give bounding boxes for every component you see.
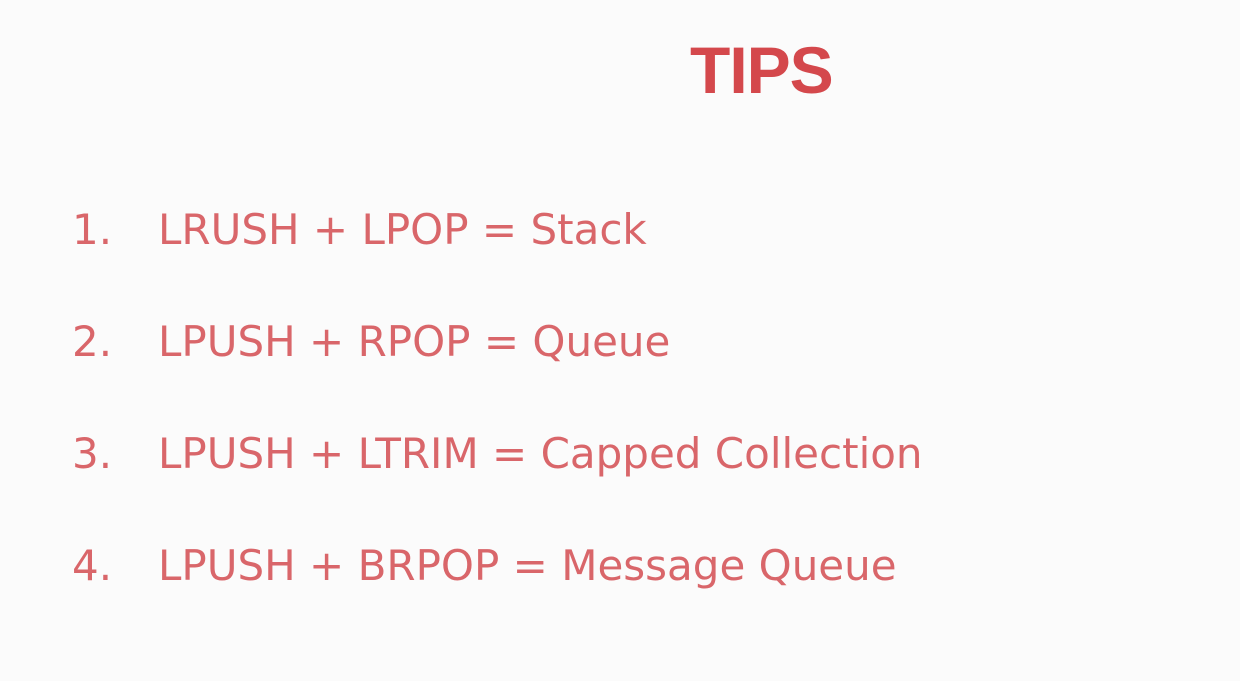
slide: TIPS 1. LRUSH + LPOP = Stack 2. LPUSH + … [0, 0, 1240, 681]
tip-text: LPUSH + LTRIM = Capped Collection [158, 429, 923, 478]
tip-number: 4. [72, 541, 113, 590]
tip-number: 1. [72, 205, 113, 254]
tip-text: LPUSH + BRPOP = Message Queue [158, 541, 897, 590]
slide-title: TIPS [690, 33, 834, 107]
tip-text: LRUSH + LPOP = Stack [158, 205, 647, 254]
tip-number: 3. [72, 429, 113, 478]
tip-text: LPUSH + RPOP = Queue [158, 317, 671, 366]
tip-number: 2. [72, 317, 113, 366]
